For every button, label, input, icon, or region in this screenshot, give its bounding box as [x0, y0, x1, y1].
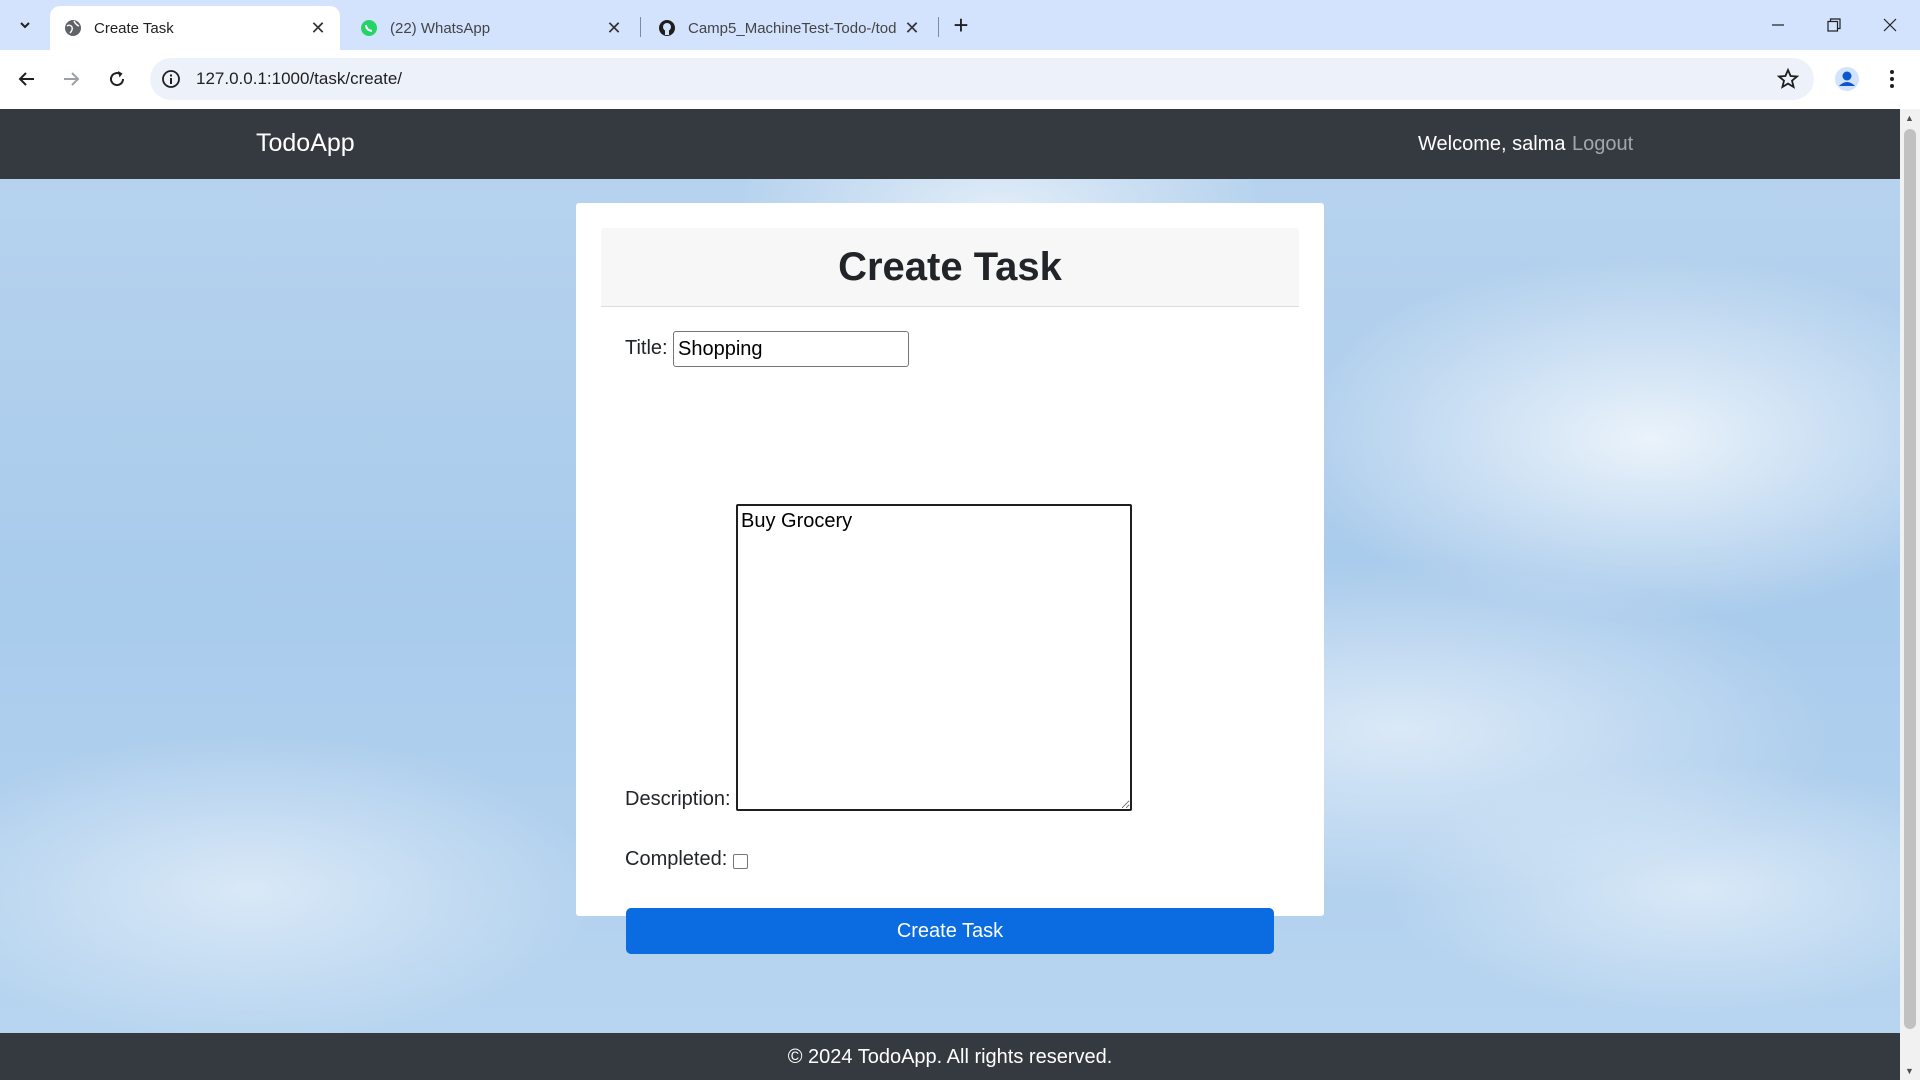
- scroll-up-icon[interactable]: ▲: [1905, 113, 1914, 123]
- site-navbar: TodoApp Welcome, salma Logout: [0, 109, 1900, 179]
- tab-label: Camp5_MachineTest-Todo-/tod: [688, 19, 897, 37]
- description-label: Description:: [625, 788, 731, 810]
- arrow-right-icon: [64, 72, 80, 86]
- back-button[interactable]: [8, 60, 46, 98]
- create-task-card: Create Task Title: Description: Buy Groc…: [576, 203, 1324, 954]
- reload-button[interactable]: [98, 60, 136, 98]
- logout-link[interactable]: Logout: [1572, 133, 1633, 156]
- minimize-icon: [1772, 24, 1784, 26]
- arrow-left-icon: [18, 72, 34, 86]
- close-icon: [1883, 18, 1897, 32]
- more-vertical-icon: [1890, 70, 1894, 88]
- tab-create-task[interactable]: Create Task ✕: [50, 6, 340, 50]
- browser-menu-button[interactable]: [1880, 62, 1904, 96]
- tab-separator: [938, 17, 939, 37]
- url-text: 127.0.0.1:1000/task/create/: [196, 69, 403, 88]
- title-label: Title:: [625, 337, 668, 359]
- new-tab-button[interactable]: +: [946, 10, 976, 40]
- tab-github[interactable]: Camp5_MachineTest-Todo-/tod ✕: [644, 6, 934, 50]
- globe-icon: [64, 19, 82, 37]
- tab-separator: [640, 17, 641, 37]
- card-header: Create Task: [601, 228, 1299, 307]
- close-icon[interactable]: ✕: [602, 16, 626, 40]
- forward-button[interactable]: [52, 60, 90, 98]
- close-icon[interactable]: ✕: [306, 16, 330, 40]
- tab-label: (22) WhatsApp: [390, 19, 491, 37]
- scrollbar-thumb[interactable]: [1904, 129, 1916, 1029]
- page-scrollbar[interactable]: ▲ ▼: [1900, 109, 1920, 1080]
- description-textarea[interactable]: Buy Grocery: [736, 504, 1132, 811]
- chevron-down-icon: [20, 22, 30, 29]
- footer-text: © 2024 TodoApp. All rights reserved.: [787, 1046, 1113, 1068]
- restore-icon: [1827, 18, 1841, 32]
- reload-icon: [110, 71, 125, 87]
- welcome-text: Welcome, salma: [1418, 133, 1566, 155]
- browser-toolbar: 127.0.0.1:1000/task/create/: [0, 50, 1920, 109]
- browser-tab-strip: Create Task ✕ (22) WhatsApp ✕ Camp5_Mach…: [0, 0, 1920, 50]
- title-input[interactable]: [673, 331, 909, 367]
- whatsapp-icon: [360, 19, 378, 37]
- site-footer: © 2024 TodoApp. All rights reserved.: [0, 1033, 1900, 1080]
- create-task-button[interactable]: Create Task: [626, 908, 1274, 954]
- page-viewport: TodoApp Welcome, salma Logout Create Tas…: [0, 109, 1900, 1080]
- tab-search-button[interactable]: [8, 9, 42, 41]
- plus-icon: +: [953, 9, 969, 40]
- info-icon[interactable]: [160, 68, 182, 90]
- page-title: Create Task: [838, 245, 1062, 289]
- scroll-down-icon[interactable]: ▼: [1905, 1066, 1914, 1076]
- bookmark-star-icon[interactable]: [1776, 67, 1800, 91]
- github-icon: [658, 19, 676, 37]
- person-icon: [1835, 67, 1859, 91]
- completed-checkbox[interactable]: [733, 854, 748, 869]
- tab-whatsapp[interactable]: (22) WhatsApp ✕: [346, 6, 636, 50]
- address-bar[interactable]: 127.0.0.1:1000/task/create/: [150, 58, 1814, 100]
- close-icon[interactable]: ✕: [900, 16, 924, 40]
- minimize-button[interactable]: [1750, 0, 1806, 50]
- tab-label: Create Task: [94, 19, 174, 37]
- profile-button[interactable]: [1830, 62, 1864, 96]
- restore-button[interactable]: [1806, 0, 1862, 50]
- close-window-button[interactable]: [1862, 0, 1918, 50]
- completed-label: Completed:: [625, 848, 728, 870]
- brand-link[interactable]: TodoApp: [256, 129, 355, 158]
